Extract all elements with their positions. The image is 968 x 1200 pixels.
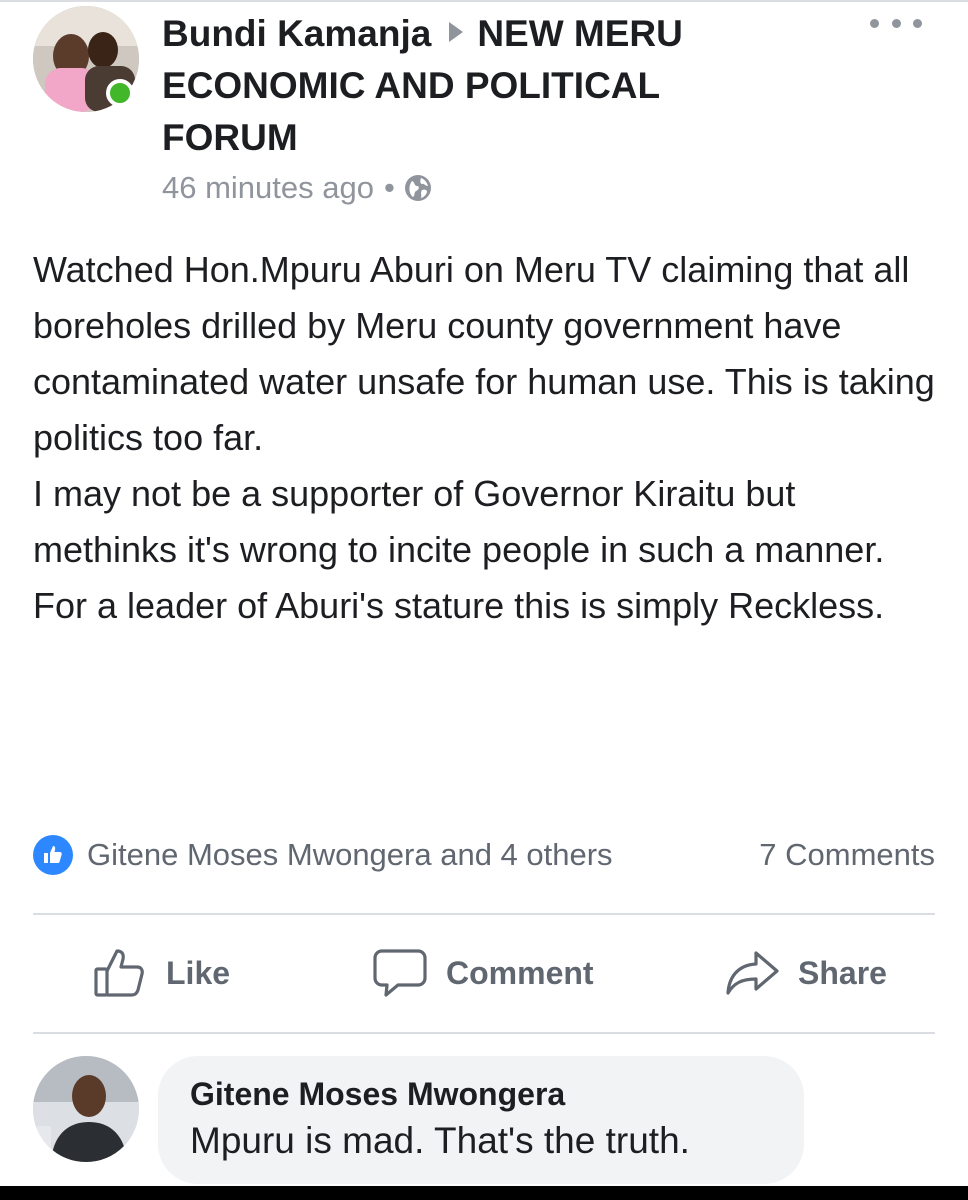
divider	[33, 1032, 935, 1034]
like-label: Like	[166, 954, 231, 991]
globe-icon	[403, 173, 433, 203]
commenter-name[interactable]: Gitene Moses Mwongera	[190, 1076, 565, 1113]
like-reaction-icon	[33, 835, 73, 875]
comment-text: Mpuru is mad. That's the truth.	[190, 1120, 690, 1161]
share-button[interactable]: Share	[724, 940, 887, 1006]
more-dot	[891, 18, 901, 28]
more-dot	[870, 18, 879, 28]
more-dot	[913, 18, 922, 28]
comment-button[interactable]: Comment	[372, 940, 594, 1006]
online-status-indicator	[106, 79, 134, 107]
top-border	[0, 0, 968, 2]
more-options-button[interactable]	[870, 10, 922, 36]
arrow-right-icon	[449, 22, 464, 42]
share-label: Share	[798, 954, 887, 991]
comment-icon	[372, 945, 428, 1001]
post-body: Watched Hon.Mpuru Aburi on Meru TV claim…	[33, 249, 935, 626]
post-header: Bundi Kamanja NEW MERU ECONOMIC AND POLIT…	[162, 8, 802, 164]
post-meta: 46 minutes ago •	[162, 166, 433, 210]
reaction-names[interactable]: Gitene Moses Mwongera and 4 others	[87, 837, 613, 873]
post-timestamp[interactable]: 46 minutes ago	[162, 170, 374, 206]
comment-label: Comment	[446, 954, 594, 991]
meta-separator: •	[383, 170, 395, 205]
bottom-bar	[0, 1186, 968, 1200]
commenter-avatar[interactable]	[33, 1056, 139, 1162]
divider	[33, 913, 935, 915]
comment-count[interactable]: 7 Comments	[759, 837, 935, 873]
author-name[interactable]: Bundi Kamanja	[162, 13, 431, 54]
like-button[interactable]: Like	[92, 940, 230, 1006]
share-arrow-icon	[724, 945, 780, 1001]
reactions-summary[interactable]: Gitene Moses Mwongera and 4 others 7 Com…	[33, 831, 935, 879]
thumbs-up-icon	[92, 945, 148, 1001]
